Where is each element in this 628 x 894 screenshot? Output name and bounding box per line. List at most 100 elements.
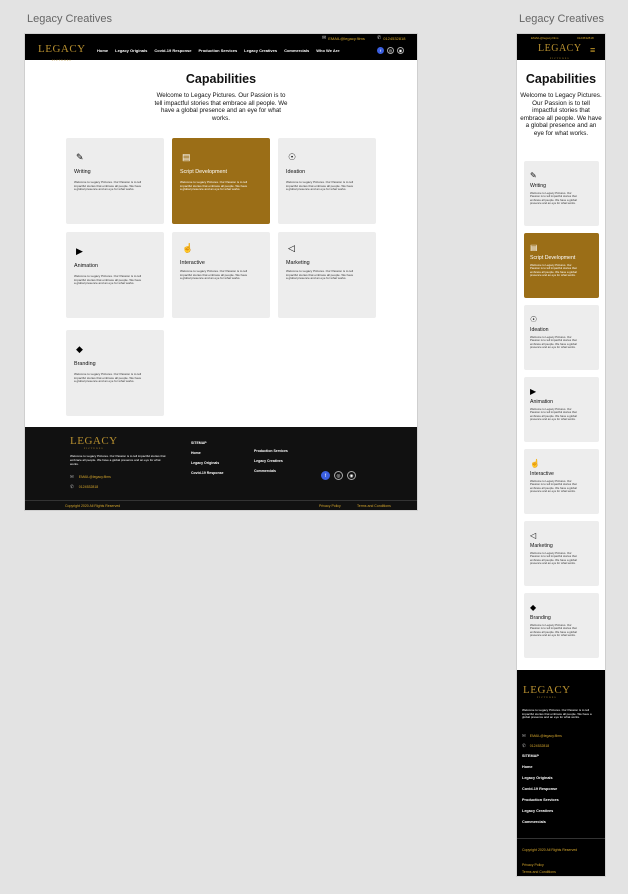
lightbulb-icon: ☉ [530,315,538,324]
footer-logo-subtext: PICTURES [83,447,104,450]
footer-sitemap-title: SITEMAP [191,441,207,445]
mobile-footer-sitemap-title: SITEMAP [522,754,539,758]
nav-item-commercials[interactable]: Commercials [284,48,309,53]
mobile-topbar-phone[interactable]: 0124532818 [577,36,594,40]
logo-subtext: PICTURES [549,57,570,60]
nav-item-legacy-creatives[interactable]: Legacy Creatives [244,48,277,53]
card-text: Welcome to Legacy Pictures. Our Passion … [286,269,354,281]
nav-item-legacy-originals[interactable]: Legacy Originals [115,48,147,53]
instagram-icon[interactable]: ◎ [334,471,343,480]
mobile-footer-link-legacy-creatives[interactable]: Legacy Creatives [522,809,559,813]
footer-email[interactable]: ✉ EMAIL@legacy.films [70,474,111,480]
capability-card-writing[interactable]: ✎ Writing Welcome to Legacy Pictures. Ou… [66,138,164,224]
megaphone-icon: ◁ [288,243,295,253]
card-text: Welcome to Legacy Pictures. Our Passion … [286,180,354,192]
footer-email-text: EMAIL@legacy.films [78,475,111,479]
mobile-capability-card-animation[interactable]: ▶ Animation Welcome to Legacy Pictures. … [524,377,599,442]
capability-card-animation[interactable]: ▶ Animation Welcome to Legacy Pictures. … [66,232,164,318]
mail-icon: ✉ [522,733,526,738]
card-title: Writing [530,183,547,189]
footer-link-commercials[interactable]: Commercials [254,469,288,473]
card-title: Marketing [530,543,553,549]
nav-item-home[interactable]: Home [97,48,108,53]
mobile-topbar-email[interactable]: EMAIL@legacy.films [531,36,559,40]
desktop-artboard: ✉ EMAIL@legacy.films ✆ 0124532818 LEGACY… [25,34,417,510]
capability-card-script-development[interactable]: ▤ Script Development Welcome to Legacy P… [172,138,270,224]
mobile-footer-link-covid-response[interactable]: Covid-19 Response [522,787,559,791]
mobile-capability-card-script-development[interactable]: ▤ Script Development Welcome to Legacy P… [524,233,599,298]
facebook-icon[interactable]: f [321,471,330,480]
mobile-footer-link-home[interactable]: Home [522,765,559,769]
card-title: Marketing [286,260,310,266]
instagram-icon[interactable]: ◎ [387,47,394,54]
card-title: Interactive [530,471,554,477]
footer-logo-subtext: PICTURES [536,696,557,699]
mobile-capability-card-marketing[interactable]: ◁ Marketing Welcome to Legacy Pictures. … [524,521,599,586]
mobile-top-contact-bar: EMAIL@legacy.films 0124532818 [517,34,605,41]
mobile-page-title: Capabilities [525,72,597,86]
mobile-capability-card-branding[interactable]: ◆ Branding Welcome to Legacy Pictures. O… [524,593,599,658]
hamburger-menu-icon[interactable]: ≡ [590,46,595,55]
capability-card-branding[interactable]: ◆ Branding Welcome to Legacy Pictures. O… [66,330,164,416]
mobile-footer-phone[interactable]: ✆ 0124532818 [522,743,549,749]
footer-link-home[interactable]: Home [191,451,223,455]
mobile-page-intro: Welcome to Legacy Pictures. Our Passion … [520,92,602,137]
topbar-phone[interactable]: ✆ 0124532818 [377,35,405,41]
topbar-email-text: EMAIL@legacy.films [328,35,365,41]
mobile-footer-link-production-services[interactable]: Production Services [522,798,559,802]
mobile-footer-link-legacy-originals[interactable]: Legacy Originals [522,776,559,780]
nav-item-who-we-are[interactable]: Who We Are [316,48,339,53]
mobile-footer-email[interactable]: ✉ EMAIL@legacy.films [522,733,562,739]
footer-sitemap-col-1: SITEMAP Home Legacy Originals Covid-19 R… [191,441,223,475]
capability-card-ideation[interactable]: ☉ Ideation Welcome to Legacy Pictures. O… [278,138,376,224]
footer-logo-text: LEGACY [523,684,571,696]
footer-phone[interactable]: ✆ 0124532818 [70,484,98,490]
footer-link-covid-response[interactable]: Covid-19 Response [191,471,223,475]
video-camera-icon: ▶ [530,387,537,396]
mobile-footer-sitemap: SITEMAP Home Legacy Originals Covid-19 R… [522,754,559,824]
capability-card-interactive[interactable]: ☝ Interactive Welcome to Legacy Pictures… [172,232,270,318]
footer-logo-text: LEGACY [70,435,118,447]
brand-logo[interactable]: LEGACY PICTURES [38,44,86,66]
footer-link-legacy-originals[interactable]: Legacy Originals [191,461,223,465]
mobile-footer-about: Welcome to Legacy Pictures. Our Passion … [522,708,592,720]
capability-card-marketing[interactable]: ◁ Marketing Welcome to Legacy Pictures. … [278,232,376,318]
mobile-footer-bottom-bar: Copyright 2020 All Rights Reserved Priva… [517,838,605,876]
card-text: Welcome to Legacy Pictures. Our Passion … [180,269,248,281]
privacy-policy-link[interactable]: Privacy Policy [319,504,341,508]
mobile-capability-card-writing[interactable]: ✎ Writing Welcome to Legacy Pictures. Ou… [524,161,599,226]
nav-item-covid-response[interactable]: Covid-19 Response [154,48,191,53]
card-text: Welcome to Legacy Pictures. Our Passion … [530,407,577,422]
terms-link[interactable]: Terms and Conditions [357,504,391,508]
mobile-site-footer: LEGACY PICTURES Welcome to Legacy Pictur… [517,670,605,876]
footer-email-text: EMAIL@legacy.films [529,734,562,738]
facebook-icon[interactable]: f [377,47,384,54]
nav-social-links: f ◎ ◉ [377,47,404,54]
phone-icon: ✆ [377,35,382,41]
mobile-footer-link-commercials[interactable]: Commercials [522,820,559,824]
twitter-icon[interactable]: ◉ [347,471,356,480]
mobile-terms-link[interactable]: Terms and Conditions [522,870,556,874]
mobile-footer-logo[interactable]: LEGACY PICTURES [523,684,571,699]
cursor-click-icon: ☝ [182,243,194,253]
mobile-capability-card-interactive[interactable]: ☝ Interactive Welcome to Legacy Pictures… [524,449,599,514]
page-intro: Welcome to Legacy Pictures. Our Passion … [154,92,288,122]
mobile-artboard: EMAIL@legacy.films 0124532818 LEGACY PIC… [517,34,605,876]
pen-icon: ✎ [76,152,84,162]
mobile-capability-card-ideation[interactable]: ☉ Ideation Welcome to Legacy Pictures. O… [524,305,599,370]
footer-link-production-services[interactable]: Production Services [254,449,288,453]
nav-menu: Home Legacy Originals Covid-19 Response … [97,48,340,53]
mobile-brand-logo[interactable]: LEGACY PICTURES [538,44,582,64]
card-text: Welcome to Legacy Pictures. Our Passion … [530,335,577,350]
footer-phone-text: 0124532818 [78,485,99,489]
mobile-privacy-policy-link[interactable]: Privacy Policy [522,863,544,867]
card-title: Branding [530,615,551,621]
footer-link-legacy-creatives[interactable]: Legacy Creatives [254,459,288,463]
footer-logo[interactable]: LEGACY PICTURES [70,435,118,450]
topbar-phone-text: 0124532818 [383,35,406,41]
card-text: Welcome to Legacy Pictures. Our Passion … [74,180,142,192]
topbar-email[interactable]: ✉ EMAIL@legacy.films [322,35,365,41]
twitter-icon[interactable]: ◉ [397,47,404,54]
mobile-copyright-text: Copyright 2020 All Rights Reserved [522,848,578,852]
nav-item-production-services[interactable]: Production Services [198,48,237,53]
